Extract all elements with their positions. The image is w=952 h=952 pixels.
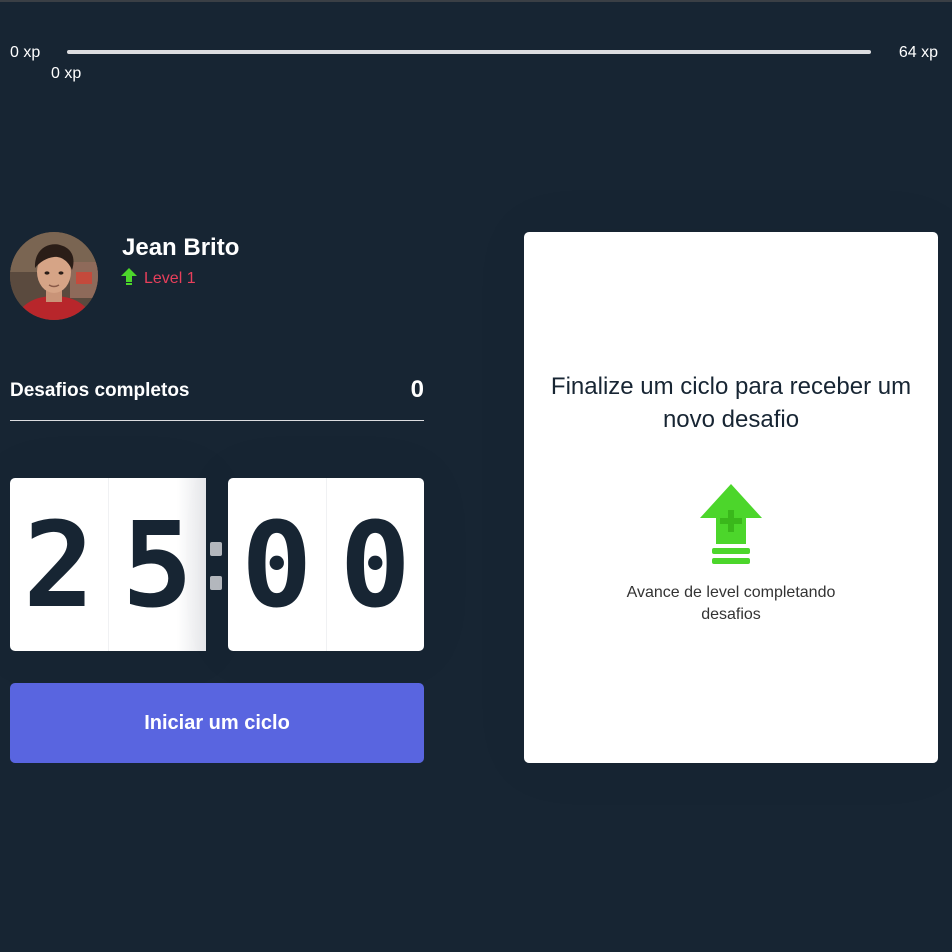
countdown-minutes: 2 5 bbox=[10, 478, 206, 651]
challenge-box-title: Finalize um ciclo para receber um novo d… bbox=[550, 373, 912, 433]
second-ones-digit: 0 bbox=[325, 478, 425, 651]
level-up-arrow-icon bbox=[121, 268, 137, 285]
xp-current-label: 0 xp bbox=[51, 65, 82, 82]
minute-ones-digit: 5 bbox=[107, 478, 206, 651]
completed-challenges: Desafios completos 0 bbox=[10, 370, 424, 421]
xp-end-label: 64 xp bbox=[898, 44, 938, 61]
countdown-seconds: 0 0 bbox=[228, 478, 424, 651]
completed-challenges-label: Desafios completos bbox=[10, 380, 190, 401]
minute-tens-digit: 2 bbox=[23, 495, 95, 634]
xp-start-label: 0 xp bbox=[10, 44, 41, 61]
xp-progress-track bbox=[67, 50, 871, 54]
countdown-timer: 2 5 0 0 bbox=[10, 478, 424, 651]
user-name: Jean Brito bbox=[122, 234, 240, 261]
profile: Jean Brito Level 1 bbox=[10, 232, 430, 322]
window-top-border bbox=[0, 0, 952, 2]
countdown-separator bbox=[210, 542, 224, 590]
user-level: Level 1 bbox=[144, 270, 196, 287]
avatar bbox=[10, 232, 98, 320]
completed-challenges-count: 0 bbox=[410, 376, 424, 403]
challenge-box-description: Avance de level completando desafios bbox=[626, 584, 836, 623]
level-up-icon bbox=[700, 484, 762, 564]
start-cycle-button[interactable]: Iniciar um ciclo bbox=[10, 683, 424, 763]
second-tens-digit: 0 bbox=[241, 495, 313, 634]
challenge-box: Finalize um ciclo para receber um novo d… bbox=[524, 232, 938, 763]
